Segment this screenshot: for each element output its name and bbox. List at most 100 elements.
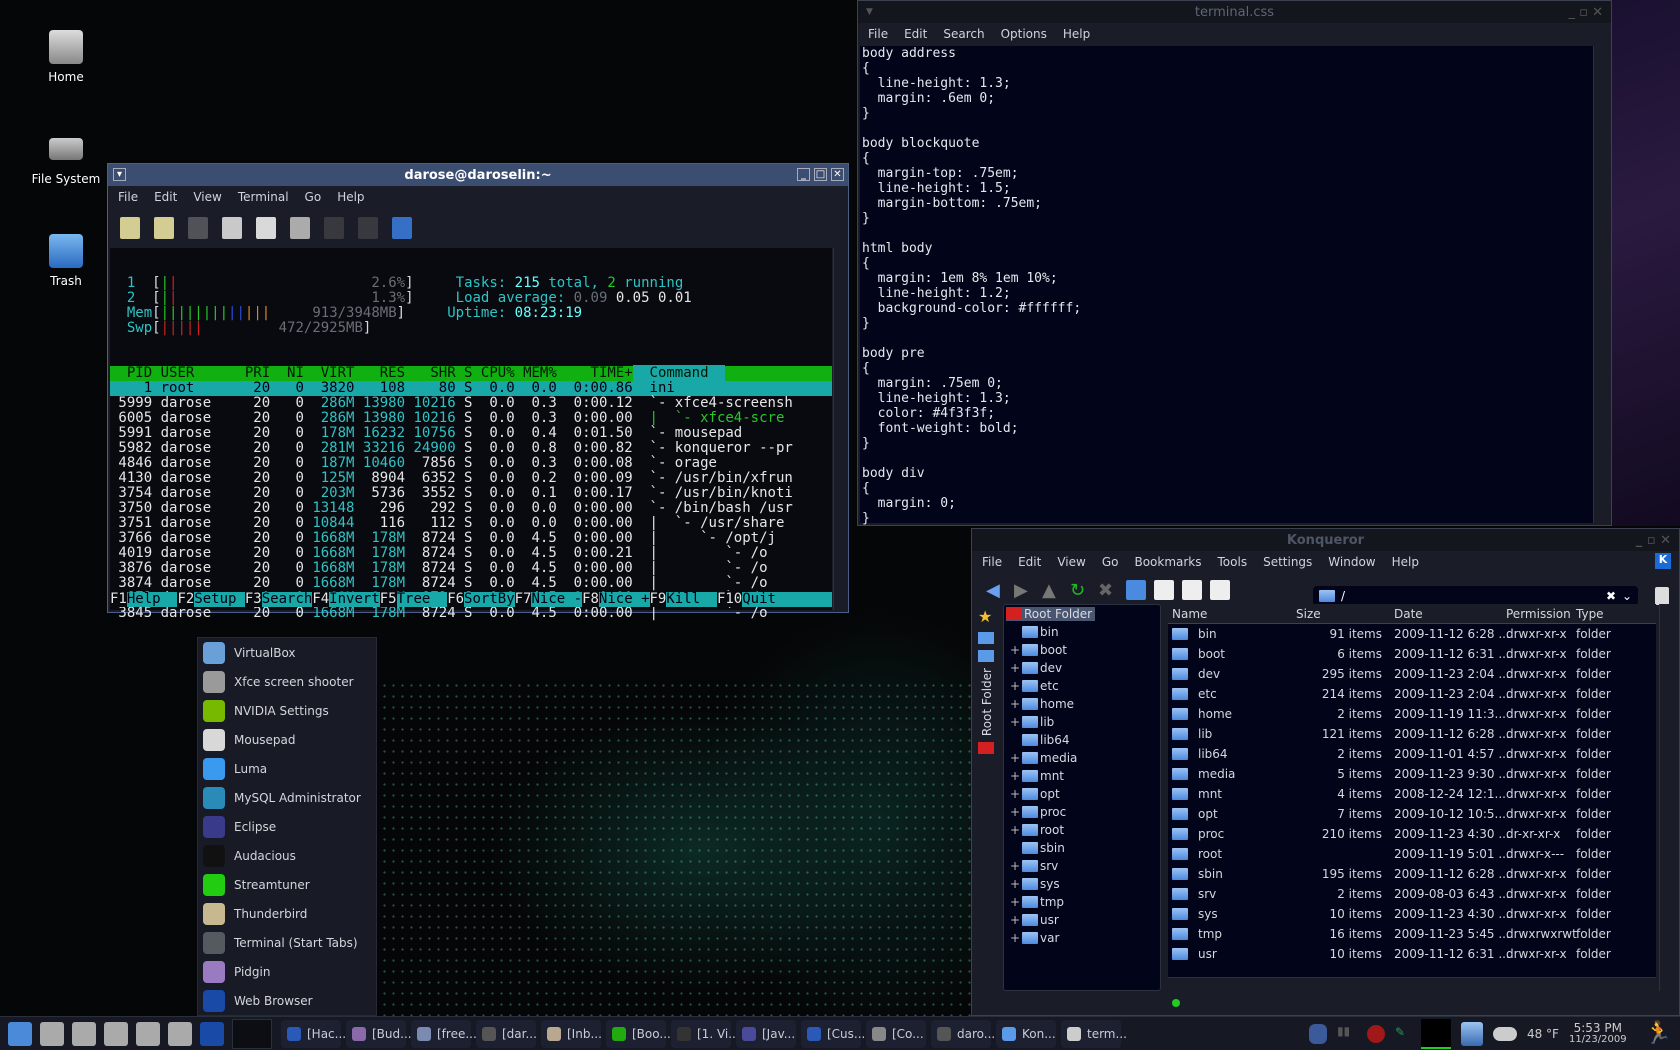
network-icon[interactable] [1308,1023,1327,1044]
menu-edit[interactable]: Edit [904,27,927,41]
fkey-f3[interactable]: F3 [244,591,262,607]
menu-tools[interactable]: Tools [1218,555,1248,569]
maximize-button[interactable]: □ [814,168,827,181]
file-row[interactable]: bin 91 items 2009-11-12 6:28 ... drwxr-xr-x… [1168,624,1656,644]
menu-view[interactable]: View [193,190,221,204]
task-button[interactable]: [Hac... [281,1019,346,1048]
fkey-label[interactable]: Nice - [531,591,582,607]
menu-item-thunderbird[interactable]: Thunderbird [198,899,376,928]
file-row[interactable]: sbin 195 items 2009-11-12 6:28 ... drwxr-xr… [1168,864,1656,884]
weather-cloud-icon[interactable] [1492,1026,1517,1041]
home-folder-icon[interactable] [978,632,994,644]
task-button[interactable]: [Boo... [606,1019,671,1048]
menu-item-audacious[interactable]: Audacious [198,841,376,870]
column-header-name[interactable]: Name [1168,607,1292,621]
new-window-icon[interactable] [154,217,174,239]
column-header-pid[interactable]: PID [110,365,152,381]
process-row[interactable]: 3766 darose 20 0 1668M 178M 8724 S 0.0 4… [110,531,832,546]
expand-plus-icon[interactable]: + [1004,751,1022,765]
menu-file[interactable]: File [118,190,138,204]
globe-icon[interactable] [200,1021,224,1046]
menu-file[interactable]: File [868,27,888,41]
tree-item[interactable]: + boot [1004,641,1160,659]
icon-view-icon[interactable] [1154,580,1174,600]
reload-icon[interactable]: ↻ [1070,580,1090,601]
expand-plus-icon[interactable]: + [1004,823,1022,837]
menu-search[interactable]: Search [943,27,984,41]
fkey-label[interactable]: Invert [329,591,380,607]
expand-plus-icon[interactable]: + [1004,805,1022,819]
tree-item[interactable]: sbin [1004,839,1160,857]
expand-plus-icon[interactable]: + [1004,697,1022,711]
file-row[interactable]: dev 295 items 2009-11-23 2:04 ... drwxr-xr-… [1168,664,1656,684]
task-button[interactable]: daro... [931,1019,995,1048]
back-arrow-icon[interactable] [324,217,344,239]
file-row[interactable]: media 5 items 2009-11-23 9:30 ... drwxr-xr-… [1168,764,1656,784]
file-row[interactable]: mnt 4 items 2008-12-24 12:1... drwxr-xr-x fo… [1168,784,1656,804]
file-cabinet-icon[interactable] [136,1021,160,1046]
chevron-down-icon[interactable]: ⌄ [1622,586,1632,606]
tree-item-root-folder[interactable]: Root Folder [1004,605,1160,623]
logout-running-man-icon[interactable]: 🏃 [1645,1021,1672,1046]
menu-item-virtualbox[interactable]: VirtualBox [198,638,376,667]
column-header-shr[interactable]: SHR [405,365,455,381]
home-icon[interactable] [1126,580,1146,600]
tree-item[interactable]: + srv [1004,857,1160,875]
workspace-switcher[interactable] [232,1018,272,1049]
process-row[interactable]: 3874 darose 20 0 1668M 178M 8724 S 0.0 4… [110,576,832,591]
process-row[interactable]: 3750 darose 20 0 13148 296 292 S 0.0 0.0… [110,501,832,516]
process-row[interactable]: 4130 darose 20 0 125M 8904 6352 S 0.0 0.… [110,471,832,486]
file-cabinet-icon[interactable] [168,1021,192,1046]
htop-terminal[interactable]: 1 [|| 2.6%] Tasks: 215 total, 2 running … [110,248,832,621]
file-row[interactable]: root 2009-11-19 5:01 ... drwxr-x--- folder [1168,844,1656,864]
notes-icon[interactable] [40,1021,64,1046]
vertical-scrollbar[interactable] [1593,46,1609,523]
up-arrow-icon[interactable]: ▲ [1042,580,1062,601]
expand-plus-icon[interactable]: + [1004,769,1022,783]
tree-item[interactable]: + opt [1004,785,1160,803]
menu-item-xfce-screen-shooter[interactable]: Xfce screen shooter [198,667,376,696]
sidebar-tab-root-folder[interactable]: Root Folder [980,668,994,736]
fkey-label[interactable]: Help [127,591,178,607]
file-row[interactable]: etc 214 items 2009-11-23 2:04 ... drwxr-xr-… [1168,684,1656,704]
column-header-virt[interactable]: VIRT [304,365,355,381]
xfce-menu-icon[interactable] [8,1021,32,1046]
fkey-label[interactable]: Search [262,591,313,607]
copy-icon[interactable] [188,217,208,239]
column-header-permission[interactable]: Permission [1506,607,1576,621]
back-arrow-icon[interactable]: ◀ [986,580,1006,601]
expand-plus-icon[interactable]: + [1004,913,1022,927]
menu-view[interactable]: View [1057,555,1085,569]
fkey-label[interactable]: Quit [742,591,793,607]
fkey-f6[interactable]: F6 [447,591,465,607]
menu-edit[interactable]: Edit [154,190,177,204]
menu-bookmarks[interactable]: Bookmarks [1134,555,1201,569]
tree-item[interactable]: + sys [1004,875,1160,893]
clock[interactable]: 5:53 PM 11/23/2009 [1569,1022,1627,1046]
task-button[interactable]: [dar... [476,1019,537,1048]
terminal-icon[interactable] [104,1021,128,1046]
menu-go[interactable]: Go [1102,555,1119,569]
menu-help[interactable]: Help [1063,27,1090,41]
process-row[interactable]: 3751 darose 20 0 10844 116 112 S 0.0 0.0… [110,516,832,531]
fkey-label[interactable]: Nice + [599,591,650,607]
file-row[interactable]: usr 10 items 2009-11-12 6:31 ... drwxr-xr-x… [1168,944,1656,964]
column-header-res[interactable]: RES [354,365,405,381]
file-row[interactable]: opt 7 items 2009-10-12 10:5... drwxr-xr-x fo… [1168,804,1656,824]
file-row[interactable]: sys 10 items 2009-11-23 4:30 ... drwxr-xr-x… [1168,904,1656,924]
fkey-label[interactable]: Kill [666,591,717,607]
vertical-scrollbar[interactable] [833,248,847,610]
vertical-scrollbar[interactable] [1659,604,1677,991]
menu-terminal[interactable]: Terminal [238,190,289,204]
expand-plus-icon[interactable]: + [1004,643,1022,657]
location-bar[interactable]: / ✖ ⌄ [1313,586,1638,606]
column-header-ni[interactable]: NI [270,365,304,381]
task-button[interactable]: [Cus... [801,1019,865,1048]
tree-item[interactable]: + root [1004,821,1160,839]
tree-item[interactable]: + mnt [1004,767,1160,785]
network-folder-icon[interactable] [978,650,994,662]
column-header-user[interactable]: USER [152,365,236,381]
menu-edit[interactable]: Edit [1018,555,1041,569]
process-row[interactable]: 5991 darose 20 0 178M 16232 10756 S 0.0 … [110,426,832,441]
menu-help[interactable]: Help [1392,555,1419,569]
